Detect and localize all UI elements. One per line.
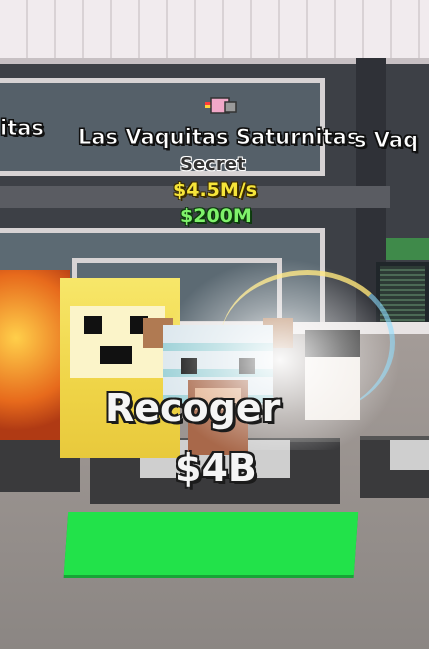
roof (0, 0, 429, 64)
eye (84, 316, 102, 334)
adjacent-name-right: s Vaq (353, 128, 419, 153)
collect-prompt[interactable]: Recoger (105, 386, 280, 430)
mouth (100, 346, 132, 364)
game-viewport: itas Las Vaquitas Saturnitas s Vaq Secre… (0, 0, 429, 649)
brainrot-price: $200M (180, 205, 252, 227)
collect-amount: $4B (175, 446, 257, 490)
collect-pad[interactable] (63, 512, 359, 575)
adjacent-name-left: itas (0, 116, 44, 141)
income-rate: $4.5M/s (173, 179, 258, 201)
nyan-cat-icon (205, 97, 237, 114)
brainrot-name: Las Vaquitas Saturnitas (77, 125, 360, 150)
rarity-label: Secret (180, 154, 246, 175)
